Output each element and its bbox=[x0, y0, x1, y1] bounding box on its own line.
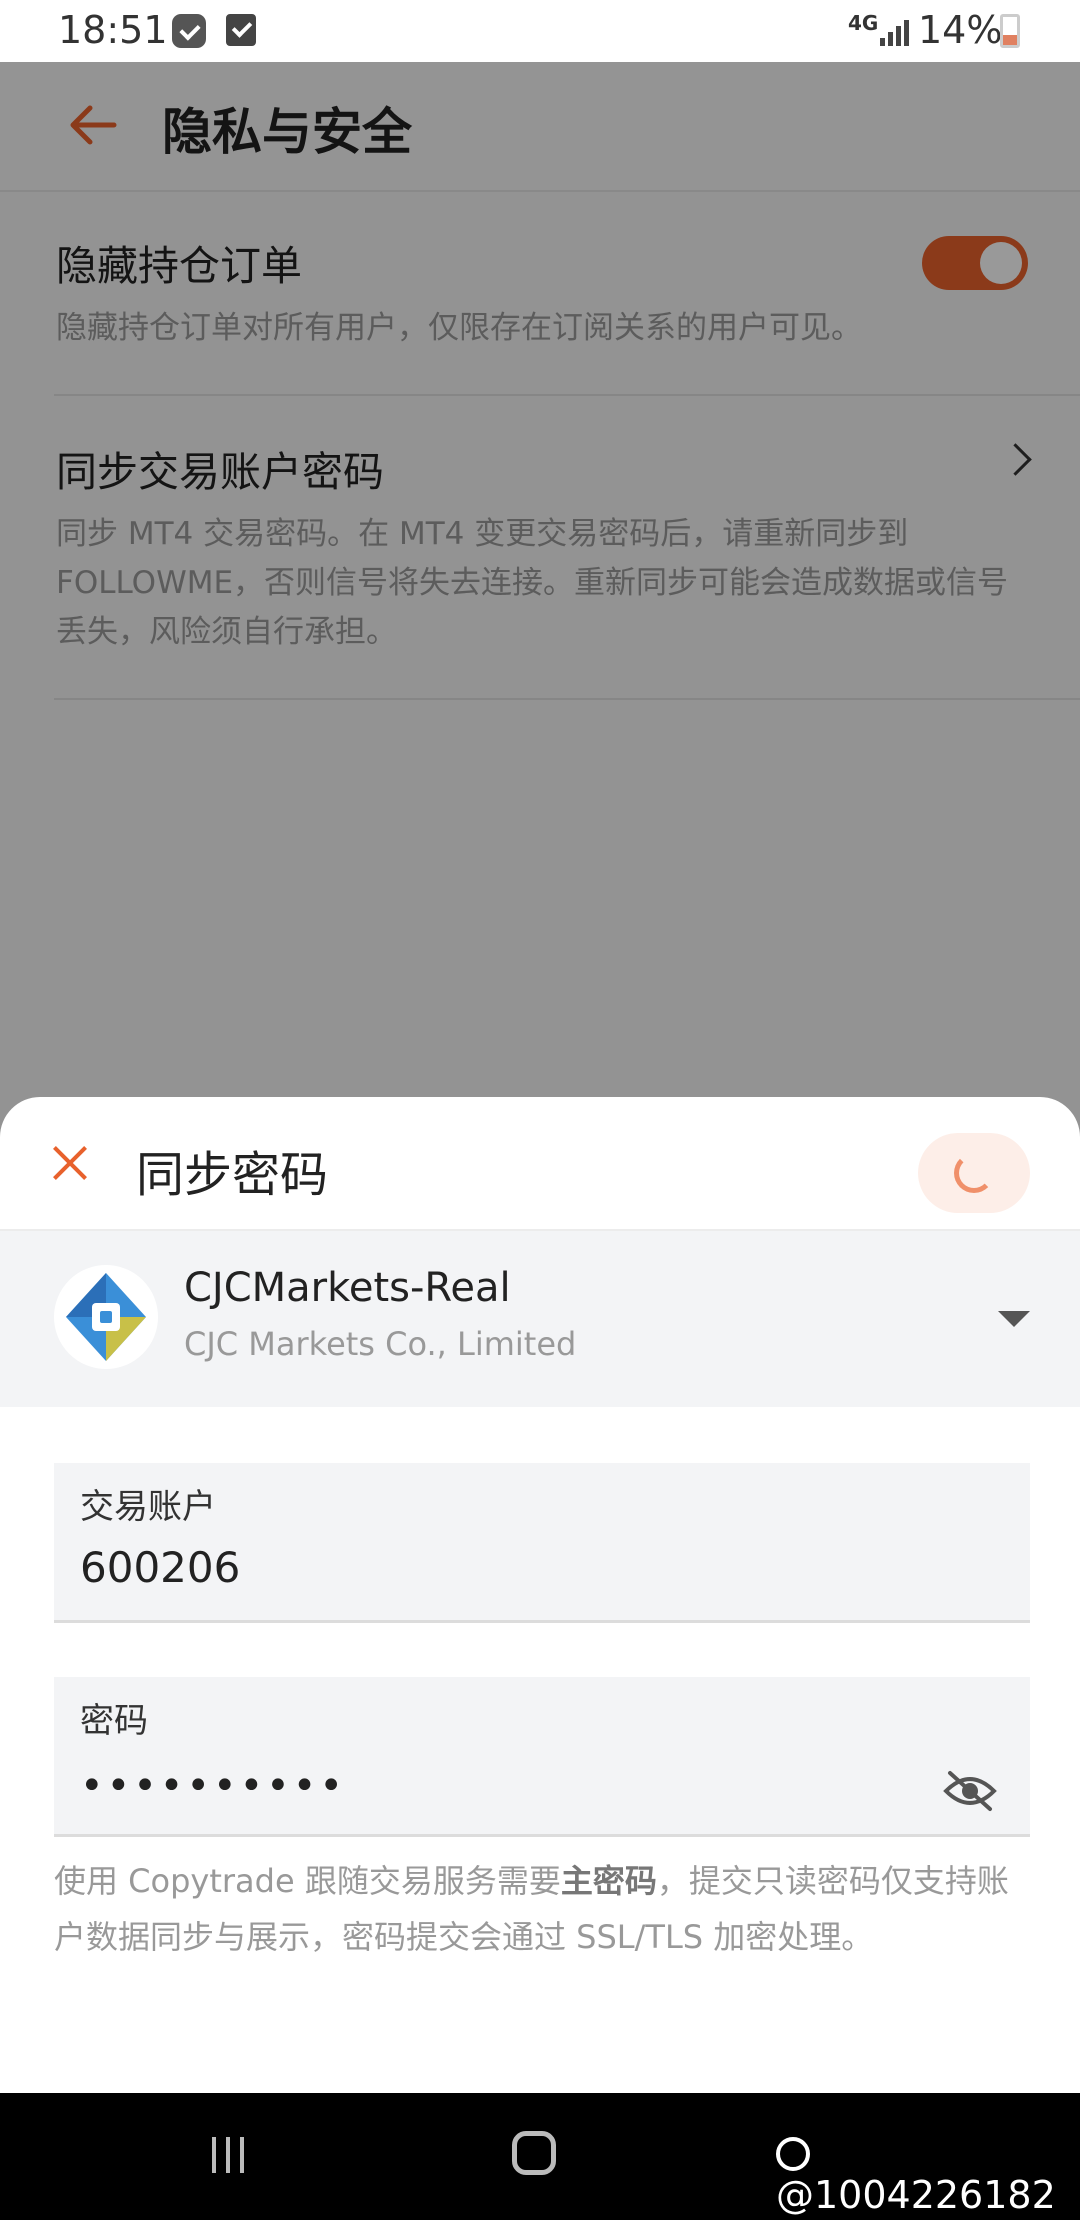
sync-password-sheet: 同步密码 CJCMarkets-Real CJC Markets Co., Li… bbox=[0, 1097, 1080, 2093]
password-label: 密码 bbox=[80, 1701, 148, 1741]
server-selector[interactable]: CJCMarkets-Real CJC Markets Co., Limited bbox=[0, 1231, 1080, 1407]
broker-logo-icon bbox=[54, 1265, 158, 1369]
password-note: 使用 Copytrade 跟随交易服务需要主密码，提交只读密码仅支持账户数据同步… bbox=[54, 1853, 1024, 1965]
watermark: @1004226182 bbox=[776, 2129, 1080, 2217]
server-name: CJCMarkets-Real bbox=[184, 1265, 511, 1311]
account-input[interactable]: 600206 bbox=[80, 1543, 240, 1592]
password-field[interactable]: 密码 •••••••••• bbox=[54, 1677, 1030, 1837]
checkbox-notification-icon bbox=[226, 14, 256, 46]
sheet-header: 同步密码 bbox=[0, 1097, 1080, 1231]
system-nav-bar: @1004226182 bbox=[0, 2093, 1080, 2220]
sheet-title: 同步密码 bbox=[136, 1147, 329, 1203]
status-bar: 18:51 4G 14% bbox=[0, 0, 1080, 62]
watermark-text: @1004226182 bbox=[776, 2173, 1056, 2217]
battery-icon bbox=[1000, 14, 1020, 48]
eye-off-icon[interactable] bbox=[942, 1769, 998, 1813]
home-icon[interactable] bbox=[512, 2131, 556, 2175]
close-icon[interactable] bbox=[48, 1141, 92, 1185]
server-company: CJC Markets Co., Limited bbox=[184, 1325, 577, 1363]
network-type: 4G bbox=[848, 11, 879, 35]
loading-spinner-icon bbox=[954, 1153, 994, 1193]
note-text: 使用 Copytrade 跟随交易服务需要 bbox=[54, 1862, 561, 1900]
weibo-logo-icon bbox=[776, 2136, 810, 2171]
password-input[interactable]: •••••••••• bbox=[80, 1763, 346, 1809]
recent-apps-icon[interactable] bbox=[212, 2137, 252, 2173]
note-bold-text: 主密码 bbox=[560, 1862, 657, 1900]
account-label: 交易账户 bbox=[80, 1487, 216, 1527]
account-field[interactable]: 交易账户 600206 bbox=[54, 1463, 1030, 1623]
signal-icon bbox=[880, 16, 910, 46]
status-time: 18:51 bbox=[58, 8, 168, 52]
submit-button-loading[interactable] bbox=[918, 1133, 1030, 1213]
battery-percent: 14% bbox=[918, 8, 1003, 52]
notification-check-icon bbox=[172, 14, 206, 48]
dropdown-arrow-icon bbox=[998, 1311, 1030, 1327]
